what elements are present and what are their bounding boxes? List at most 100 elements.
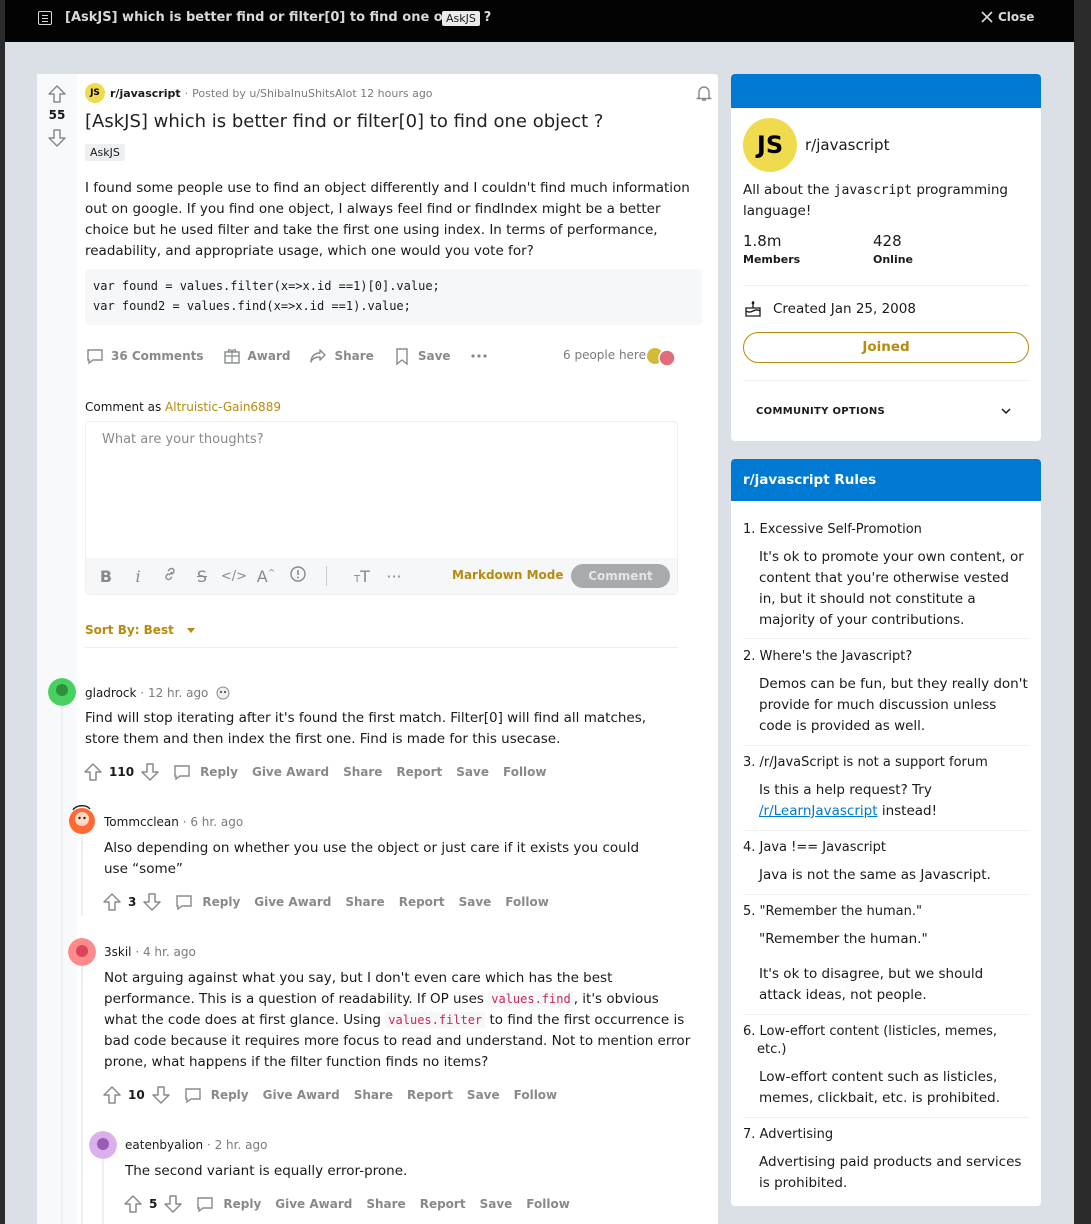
chevron-down-icon[interactable] <box>999 404 1013 418</box>
markdown-mode-button[interactable]: Markdown Mode <box>452 568 564 582</box>
close-button[interactable]: Close <box>980 10 1034 24</box>
comment-icon <box>197 1197 214 1213</box>
reply-button[interactable]: Reply <box>174 892 240 912</box>
reply-button[interactable]: Reply <box>183 1085 249 1105</box>
community-options-label[interactable]: COMMUNITY OPTIONS <box>756 406 885 417</box>
community-avatar[interactable]: JS <box>743 118 797 172</box>
thread-line[interactable] <box>61 706 63 1224</box>
award-button[interactable]: Award <box>222 346 290 366</box>
report-button[interactable]: Report <box>407 1088 453 1102</box>
comment-time[interactable]: 4 hr. ago <box>143 945 196 959</box>
meta-separator: · <box>184 86 189 100</box>
save-button[interactable]: Save <box>480 1197 513 1211</box>
community-header: JS r/javascript <box>743 118 889 172</box>
joined-button[interactable]: Joined <box>743 332 1029 363</box>
more-options-icon[interactable] <box>469 346 489 366</box>
subreddit-avatar[interactable]: JS <box>85 83 105 103</box>
comment-username[interactable]: Tommcclean <box>104 815 179 829</box>
more-formatting-icon[interactable]: ··· <box>378 567 410 586</box>
link-icon[interactable] <box>154 566 186 586</box>
comment-editor[interactable]: What are your thoughts? B i S </> A^ TT … <box>85 421 678 595</box>
downvote-icon[interactable] <box>151 1085 171 1105</box>
follow-button[interactable]: Follow <box>514 1088 558 1102</box>
share-button[interactable]: Share <box>308 346 374 366</box>
save-button[interactable]: Save <box>456 765 489 779</box>
rule-description: It's ok to promote your own content, or … <box>759 549 1024 628</box>
comment-time[interactable]: 6 hr. ago <box>190 815 243 829</box>
community-name[interactable]: r/javascript <box>805 136 889 154</box>
downvote-icon[interactable] <box>163 1194 183 1214</box>
header-flair[interactable]: AskJS <box>442 11 480 26</box>
share-button[interactable]: Share <box>343 765 382 779</box>
post-flair[interactable]: AskJS <box>85 144 125 161</box>
follow-button[interactable]: Follow <box>505 895 549 909</box>
inline-code-icon[interactable]: </> <box>218 569 250 584</box>
rule-description-text: instead! <box>881 803 938 819</box>
reply-button[interactable]: Reply <box>195 1194 261 1214</box>
report-button[interactable]: Report <box>396 765 442 779</box>
strikethrough-icon[interactable]: S <box>186 567 218 586</box>
sort-dropdown[interactable]: Sort By: Best <box>85 623 198 637</box>
save-button[interactable]: Save <box>467 1088 500 1102</box>
upvote-icon[interactable] <box>102 892 122 912</box>
post-time[interactable]: 12 hours ago <box>360 87 432 100</box>
share-button[interactable]: Share <box>354 1088 393 1102</box>
avatar[interactable] <box>48 678 76 706</box>
heading-icon[interactable]: TT <box>346 567 378 586</box>
italic-icon[interactable]: i <box>122 567 154 586</box>
notification-bell-icon[interactable] <box>694 83 714 103</box>
avatar[interactable] <box>68 938 96 966</box>
share-button[interactable]: Share <box>345 895 384 909</box>
subreddit-link[interactable]: r/javascript <box>110 87 181 100</box>
rule-item[interactable]: 5. "Remember the human." "Remember the h… <box>743 903 1029 1006</box>
downvote-icon[interactable] <box>142 892 162 912</box>
upvote-icon[interactable] <box>123 1194 143 1214</box>
rule-description: It's ok to disagree, but we should attac… <box>759 966 984 1003</box>
spoiler-icon[interactable] <box>282 565 314 587</box>
give-award-button[interactable]: Give Award <box>252 765 329 779</box>
comment-as-username[interactable]: Altruistic-Gain6889 <box>165 400 281 414</box>
upvote-icon[interactable] <box>102 1085 122 1105</box>
online-stat: 428 Online <box>873 232 913 266</box>
rule-item[interactable]: 6. Low-effort content (listicles, memes,… <box>743 1023 1029 1109</box>
learnjavascript-link[interactable]: /r/LearnJavascript <box>759 803 878 819</box>
give-award-button[interactable]: Give Award <box>275 1197 352 1211</box>
rule-item[interactable]: 4. Java !== Javascript Java is not the s… <box>743 839 1029 886</box>
give-award-button[interactable]: Give Award <box>254 895 331 909</box>
comment-time[interactable]: 2 hr. ago <box>215 1138 268 1152</box>
downvote-icon[interactable] <box>47 128 67 148</box>
rule-item[interactable]: 1. Excessive Self-Promotion It's ok to p… <box>743 521 1029 631</box>
give-award-button[interactable]: Give Award <box>263 1088 340 1102</box>
save-button[interactable]: Save <box>392 346 451 366</box>
bold-icon[interactable]: B <box>90 567 122 586</box>
reply-button[interactable]: Reply <box>172 762 238 782</box>
follow-button[interactable]: Follow <box>526 1197 570 1211</box>
downvote-icon[interactable] <box>140 762 160 782</box>
share-button[interactable]: Share <box>366 1197 405 1211</box>
thread-line[interactable] <box>81 836 83 916</box>
save-button[interactable]: Save <box>459 895 492 909</box>
thread-line[interactable] <box>81 966 83 1224</box>
superscript-icon[interactable]: A^ <box>250 567 282 586</box>
avatar[interactable] <box>67 802 97 836</box>
upvote-icon[interactable] <box>47 84 67 104</box>
comment-input-placeholder[interactable]: What are your thoughts? <box>102 432 264 447</box>
comment-time[interactable]: 12 hr. ago <box>148 686 208 700</box>
rule-item[interactable]: 3. /r/JavaScript is not a support forum … <box>743 754 1029 822</box>
rule-item[interactable]: 7. Advertising Advertising paid products… <box>743 1126 1029 1194</box>
report-button[interactable]: Report <box>399 895 445 909</box>
comment-username[interactable]: 3skil <box>104 945 132 959</box>
comments-button[interactable]: 36 Comments <box>85 346 204 366</box>
avatar[interactable] <box>89 1131 117 1159</box>
posted-by[interactable]: Posted by u/ShibaInuShitsAlot <box>192 87 357 100</box>
thread-line[interactable] <box>102 1159 104 1224</box>
follow-button[interactable]: Follow <box>503 765 547 779</box>
comment-submit-button[interactable]: Comment <box>571 564 670 588</box>
comment-text: Also depending on whether you use the ob… <box>104 840 640 877</box>
divider <box>85 647 678 648</box>
report-button[interactable]: Report <box>420 1197 466 1211</box>
comment-username[interactable]: gladrock <box>85 686 136 700</box>
comment-username[interactable]: eatenbyalion <box>125 1138 203 1152</box>
rule-item[interactable]: 2. Where's the Javascript? Demos can be … <box>743 648 1029 737</box>
upvote-icon[interactable] <box>83 762 103 782</box>
